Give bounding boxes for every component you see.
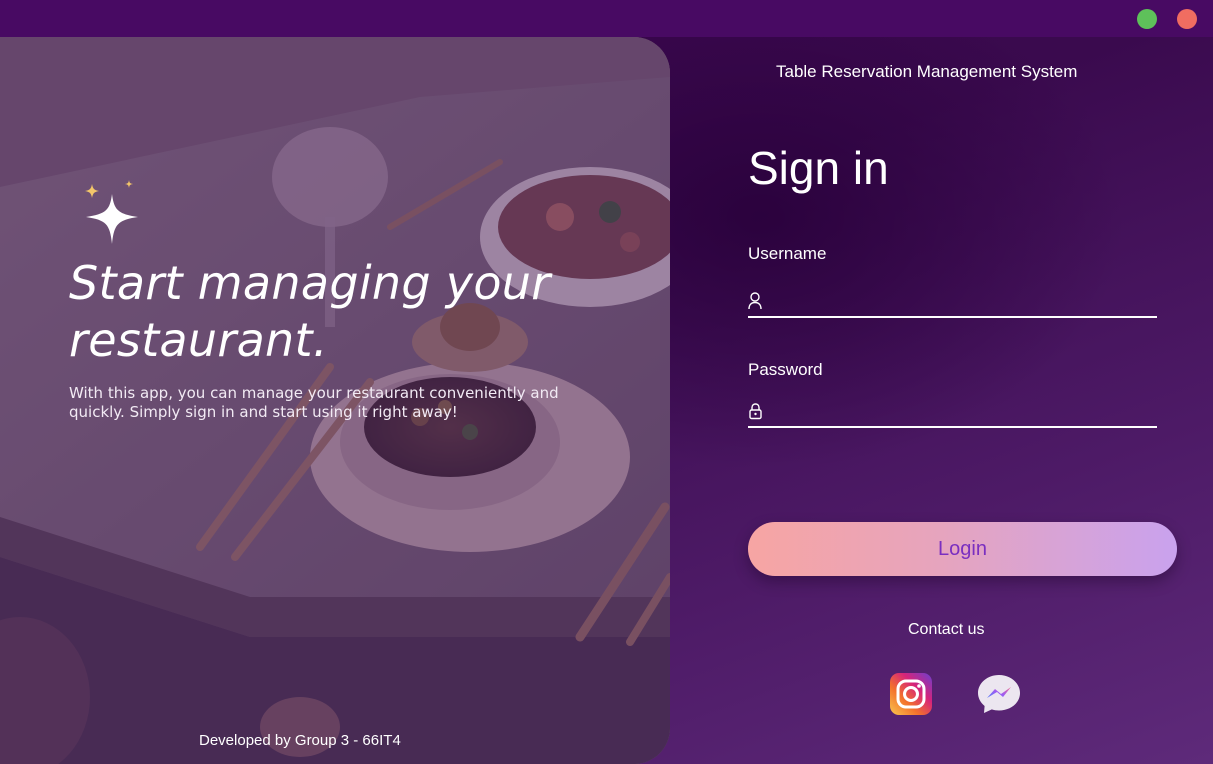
username-field — [748, 288, 1157, 318]
hero-panel: Start managing your restaurant. With thi… — [0, 37, 670, 764]
title-bar — [0, 0, 1213, 37]
contact-us-label: Contact us — [908, 621, 985, 638]
maximize-button[interactable] — [1137, 9, 1157, 29]
hero-title: Start managing your restaurant. — [69, 256, 551, 367]
sign-in-heading: Sign in — [748, 142, 889, 194]
user-icon — [748, 292, 762, 310]
sparkle-icon — [85, 180, 138, 244]
instagram-icon[interactable] — [890, 673, 932, 715]
messenger-icon[interactable] — [976, 673, 1022, 715]
password-label: Password — [748, 360, 823, 379]
lock-icon — [749, 403, 762, 420]
password-input[interactable] — [772, 398, 1152, 424]
close-button[interactable] — [1177, 9, 1197, 29]
main-area: Start managing your restaurant. With thi… — [0, 37, 1213, 764]
developer-credit: Developed by Group 3 - 66IT4 — [199, 732, 401, 749]
username-input[interactable] — [772, 288, 1152, 314]
system-title: Table Reservation Management System — [776, 62, 1078, 81]
password-field — [748, 398, 1157, 428]
username-label: Username — [748, 244, 827, 263]
hero-description: With this app, you can manage your resta… — [69, 384, 559, 421]
login-button[interactable]: Login — [748, 522, 1177, 576]
